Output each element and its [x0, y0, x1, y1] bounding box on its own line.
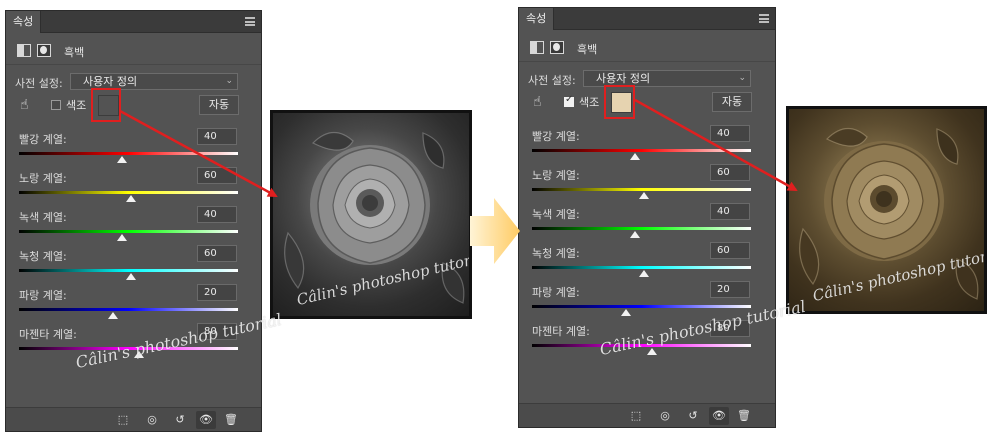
slider-thumb[interactable] — [638, 192, 649, 199]
panel-header: 속성 — [6, 11, 261, 33]
tint-label: 색조 — [66, 99, 87, 112]
slider-value-input[interactable]: 60 — [197, 245, 237, 262]
slider-label: 빨강 계열: — [19, 133, 67, 146]
panel-bottom-toolbar: ⬚ ◎ ↺ 👁 🗑 — [6, 407, 261, 431]
adjustment-icon[interactable] — [17, 44, 31, 57]
slider-row: 빨강 계열: 40 — [6, 128, 261, 170]
slider-row: 노랑 계열: 60 — [6, 167, 261, 209]
tint-checkbox[interactable] — [51, 100, 61, 110]
slider-value-input[interactable]: 40 — [197, 206, 237, 223]
slider-thumb[interactable] — [116, 234, 127, 241]
chevron-down-icon: ⌄ — [738, 73, 746, 83]
clip-to-layer-icon[interactable]: ⬚ — [626, 407, 646, 425]
slider-thumb[interactable] — [621, 309, 632, 316]
preset-value: 사용자 정의 — [596, 72, 651, 85]
properties-panel-after: 속성 흑백 사전 설정: 사용자 정의⌄ ☝ 색조 자동 빨강 계열:40노랑 … — [518, 7, 776, 428]
view-previous-state-icon[interactable]: ◎ — [142, 411, 162, 429]
tint-checkbox[interactable] — [564, 94, 574, 107]
mask-icon[interactable] — [37, 44, 51, 57]
view-previous-state-icon[interactable]: ◎ — [655, 407, 675, 425]
properties-panel-before: 속성 흑백 사전 설정: 사용자 정의 ⌄ ☝ 색조 자동 빨강 계열: 40 노랑 … — [5, 10, 262, 432]
slider-value-input[interactable]: 40 — [710, 203, 750, 220]
transition-arrow-icon — [470, 198, 520, 264]
mask-icon[interactable] — [550, 41, 564, 54]
slider-label: 노랑 계열: — [19, 172, 67, 185]
chevron-down-icon: ⌄ — [225, 76, 233, 86]
slider-row: 녹청 계열: 60 — [519, 242, 775, 284]
photo-grayscale: Câlin's photoshop tutorial — [270, 110, 472, 319]
adjustment-name: 흑백 — [577, 43, 598, 56]
reset-icon[interactable]: ↺ — [170, 411, 190, 429]
slider-row: 녹청 계열: 60 — [6, 245, 261, 287]
slider-value-input[interactable]: 20 — [197, 284, 237, 301]
slider-row: 노랑 계열: 60 — [519, 164, 775, 206]
slider-thumb[interactable] — [116, 156, 127, 163]
visibility-eye-icon[interactable]: 👁 — [196, 411, 216, 429]
tab-properties[interactable]: 속성 — [519, 8, 555, 30]
slider-track[interactable] — [19, 308, 238, 311]
visibility-eye-icon[interactable]: 👁 — [709, 407, 729, 425]
slider-track[interactable] — [532, 149, 751, 152]
preset-value: 사용자 정의 — [83, 75, 138, 88]
slider-thumb[interactable] — [638, 270, 649, 277]
slider-track[interactable] — [19, 191, 238, 194]
adjustment-layer-row: 흑백 — [519, 34, 775, 62]
slider-value-input[interactable]: 60 — [710, 242, 750, 259]
adjustment-icon[interactable] — [530, 41, 544, 54]
slider-label: 마젠타 계열: — [19, 328, 77, 341]
auto-button[interactable]: 자동 — [712, 92, 752, 112]
clip-to-layer-icon[interactable]: ⬚ — [113, 411, 133, 429]
slider-value-input[interactable]: 40 — [710, 125, 750, 142]
slider-label: 노랑 계열: — [532, 169, 580, 182]
slider-label: 파랑 계열: — [19, 289, 67, 302]
delete-trash-icon[interactable]: 🗑 — [734, 407, 754, 425]
slider-value-input[interactable]: 60 — [197, 167, 237, 184]
auto-button[interactable]: 자동 — [199, 95, 239, 115]
delete-trash-icon[interactable]: 🗑 — [221, 411, 241, 429]
slider-track[interactable] — [532, 188, 751, 191]
slider-track[interactable] — [532, 305, 751, 308]
slider-label: 녹색 계열: — [532, 208, 580, 221]
reset-icon[interactable]: ↺ — [683, 407, 703, 425]
slider-track[interactable] — [19, 230, 238, 233]
slider-track[interactable] — [532, 227, 751, 230]
slider-track[interactable] — [19, 269, 238, 272]
targeted-adjustment-hand-icon[interactable]: ☝ — [533, 94, 542, 110]
slider-label: 녹색 계열: — [19, 211, 67, 224]
preset-label: 사전 설정: — [15, 77, 63, 90]
slider-row: 파랑 계열: 20 — [6, 284, 261, 326]
slider-thumb[interactable] — [629, 153, 640, 160]
slider-label: 파랑 계열: — [532, 286, 580, 299]
slider-label: 녹청 계열: — [532, 247, 580, 260]
slider-value-input[interactable]: 60 — [710, 164, 750, 181]
preset-label: 사전 설정: — [528, 74, 576, 87]
tab-properties[interactable]: 속성 — [6, 11, 42, 33]
targeted-adjustment-hand-icon[interactable]: ☝ — [20, 97, 29, 113]
slider-value-input[interactable]: 20 — [710, 281, 750, 298]
slider-value-input[interactable]: 40 — [197, 128, 237, 145]
slider-track[interactable] — [19, 152, 238, 155]
slider-row: 녹색 계열: 40 — [519, 203, 775, 245]
slider-row: 녹색 계열: 40 — [6, 206, 261, 248]
panel-header: 속성 — [519, 8, 775, 30]
highlight-box-tint-before — [91, 88, 121, 122]
slider-thumb[interactable] — [629, 231, 640, 238]
photo-sepia: Câlin's photoshop tutorial — [786, 106, 987, 314]
slider-label: 녹청 계열: — [19, 250, 67, 263]
slider-thumb[interactable] — [125, 273, 136, 280]
slider-row: 빨강 계열: 40 — [519, 125, 775, 167]
panel-menu-icon[interactable] — [245, 17, 255, 26]
tint-label: 색조 — [579, 96, 600, 109]
panel-menu-icon[interactable] — [759, 14, 769, 23]
highlight-box-tint-after — [604, 85, 635, 119]
slider-label: 마젠타 계열: — [532, 325, 590, 338]
slider-track[interactable] — [532, 266, 751, 269]
slider-thumb[interactable] — [108, 312, 119, 319]
slider-label: 빨강 계열: — [532, 130, 580, 143]
adjustment-name: 흑백 — [64, 46, 85, 59]
slider-thumb[interactable] — [125, 195, 136, 202]
adjustment-layer-row: 흑백 — [6, 37, 261, 65]
slider-thumb[interactable] — [647, 348, 658, 355]
panel-bottom-toolbar: ⬚ ◎ ↺ 👁 🗑 — [519, 403, 775, 427]
